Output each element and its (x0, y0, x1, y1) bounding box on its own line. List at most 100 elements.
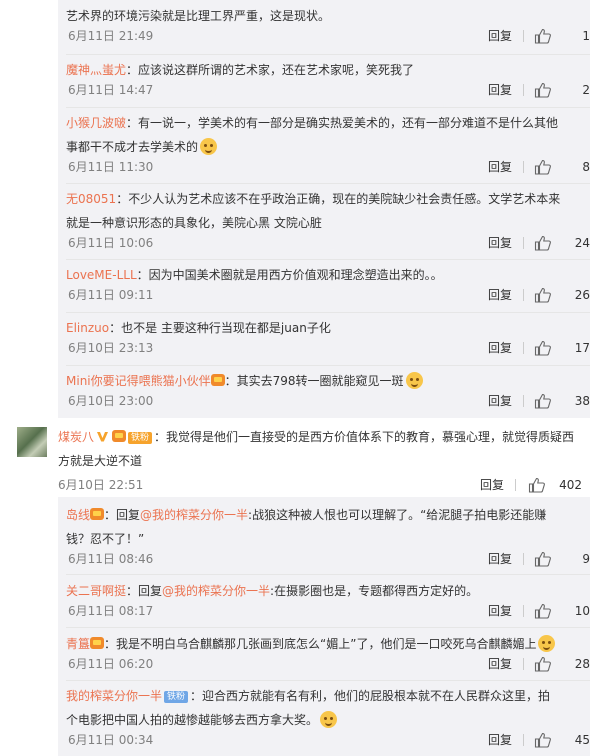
divider (66, 365, 590, 366)
thumbs-emoji-icon (320, 711, 338, 728)
cat-emoji-icon (405, 372, 423, 389)
like-count: 28 (574, 657, 590, 671)
comment-item: 煤炭八 铁粉 ：我觉得是他们一直接受的是西方价值体系下的教育，慕强心理，就觉得质疑西… (0, 425, 596, 495)
reply-prefix: ：回复 (104, 508, 141, 522)
mention-link[interactable]: @我的榨菜分你一半 (140, 508, 248, 522)
reply-button[interactable]: 回复 (488, 601, 512, 621)
like-count: 26 (574, 288, 590, 302)
thumbs-up-icon[interactable] (534, 393, 551, 409)
reply-prefix: ：回复 (126, 584, 163, 598)
divider (523, 161, 524, 173)
reply-time: 6月11日 11:30 (68, 160, 154, 174)
reply-time: 6月11日 08:17 (68, 604, 154, 618)
reply-username[interactable]: 我的榨菜分你一半 (66, 689, 162, 703)
reply-button[interactable]: 回复 (488, 391, 512, 411)
divider (523, 658, 524, 670)
comment-text: ：我觉得是他们一直接受的是西方价值体系下的教育，慕强心理，就觉得质疑西 (154, 430, 575, 444)
divider (523, 605, 524, 617)
reply-item: 小猴几波啵：有一说一，学美术的有一部分是确实热爱美术的，还有一部分难道不是什么其… (66, 111, 590, 177)
divider (523, 734, 524, 746)
thumbs-up-icon[interactable] (528, 477, 545, 493)
reply-time: 6月10日 23:00 (68, 394, 154, 408)
verified-v-icon (97, 432, 109, 442)
divider (66, 574, 590, 575)
reply-button[interactable]: 回复 (488, 338, 512, 358)
fan-crown-icon (90, 637, 105, 649)
thumbs-up-icon[interactable] (534, 235, 551, 251)
reply-text: ：有一说一，学美术的有一部分是确实热爱美术的，还有一部分难道不是什么其他 (126, 116, 559, 130)
reply-time: 6月11日 09:11 (68, 288, 154, 302)
fan-badge: 铁粉 (128, 432, 153, 444)
reply-username[interactable]: 关二哥啊挺 (66, 584, 126, 598)
avatar[interactable] (17, 427, 47, 457)
divider (66, 54, 590, 55)
comment-time: 6月10日 22:51 (58, 478, 144, 492)
divider (523, 237, 524, 249)
divider (515, 479, 516, 491)
divider (66, 312, 590, 313)
reply-text: ：其实去798转一圈就能窥见一斑 (224, 374, 404, 388)
reply-button[interactable]: 回复 (488, 157, 512, 177)
like-count: 24 (574, 236, 590, 250)
reply-item: 青簋 ：我是不明白乌合麒麟那几张画到底怎么“媚上”了，他们是一口咬死乌合麒麟媚上 … (66, 632, 590, 674)
reply-button[interactable]: 回复 (488, 730, 512, 750)
reply-time: 6月11日 10:06 (68, 236, 154, 250)
reply-username[interactable]: LoveME-LLL (66, 268, 137, 282)
divider (523, 289, 524, 301)
reply-username[interactable]: Mini你要记得喂熊猫小伙伴 (66, 374, 211, 388)
reply-text-continued: 个电影把中国人拍的越惨越能够去西方拿大奖。 (66, 713, 319, 727)
reply-button[interactable]: 回复 (488, 80, 512, 100)
thumbs-up-icon[interactable] (534, 551, 551, 567)
mention-link[interactable]: @我的榨菜分你一半 (162, 584, 270, 598)
reply-button[interactable]: 回复 (480, 475, 504, 495)
thumbs-up-icon[interactable] (534, 656, 551, 672)
fan-badge: 铁粉 (164, 691, 189, 703)
reply-text: ：迎合西方就能有名有利，他们的屁股根本就不在人民群众这里，拍 (190, 689, 551, 703)
fan-crown-icon (90, 508, 105, 520)
thumbs-up-icon[interactable] (534, 340, 551, 356)
reply-item: 岛线 ：回复@我的榨菜分你一半:战狼这种被人恨也可以理解了。“给泥腿子拍电影还能赚… (66, 503, 590, 569)
reply-time: 6月11日 00:34 (68, 733, 154, 747)
reply-time: 6月10日 23:13 (68, 341, 154, 355)
divider (523, 395, 524, 407)
reply-text: ：也不是 主要这种行当现在都是juan子化 (109, 321, 331, 335)
divider (66, 183, 590, 184)
reply-username[interactable]: 魔神灬蚩尤 (66, 63, 126, 77)
reply-text-continued: 钱？忍不了！” (66, 532, 145, 546)
reply-username[interactable]: 青簋 (66, 637, 90, 651)
divider (523, 553, 524, 565)
divider (523, 342, 524, 354)
reply-username[interactable]: 无08051 (66, 192, 116, 206)
laugh-emoji-icon (538, 635, 556, 652)
thumbs-up-icon[interactable] (534, 287, 551, 303)
reply-item: 无08051：不少人认为艺术应该不在乎政治正确，现在的美院缺少社会责任感。文学艺… (66, 187, 590, 253)
reply-button[interactable]: 回复 (488, 654, 512, 674)
thumbs-up-icon[interactable] (534, 82, 551, 98)
reply-item: LoveME-LLL：因为中国美术圈就是用西方价值观和理念塑造出来的。。 6月1… (66, 263, 590, 305)
divider (523, 84, 524, 96)
reply-username[interactable]: 小猴几波啵 (66, 116, 126, 130)
reply-time: 6月11日 06:20 (68, 657, 154, 671)
reply-time: 6月11日 08:46 (68, 552, 154, 566)
like-count: 1 (582, 29, 590, 43)
reply-button[interactable]: 回复 (488, 233, 512, 253)
like-count: 9 (582, 552, 590, 566)
divider (66, 680, 590, 681)
divider (66, 627, 590, 628)
thumbs-up-icon[interactable] (534, 603, 551, 619)
reply-button[interactable]: 回复 (488, 26, 512, 46)
reply-item: 我的榨菜分你一半 铁粉 ：迎合西方就能有名有利，他们的屁股根本就不在人民群众这里，拍… (66, 684, 590, 750)
reply-button[interactable]: 回复 (488, 285, 512, 305)
reply-button[interactable]: 回复 (488, 549, 512, 569)
thumbs-up-icon[interactable] (534, 732, 551, 748)
fan-crown-icon (112, 430, 127, 442)
reply-username[interactable]: Elinzuo (66, 321, 109, 335)
thumbs-up-icon[interactable] (534, 159, 551, 175)
like-count: 8 (582, 160, 590, 174)
divider (66, 107, 590, 108)
thumbs-up-icon[interactable] (534, 28, 551, 44)
comment-username[interactable]: 煤炭八 (58, 430, 94, 444)
reply-username[interactable]: 岛线 (66, 508, 90, 522)
reply-text: :在摄影圈也是，专题都得西方定好的。 (270, 584, 479, 598)
like-count: 38 (574, 394, 590, 408)
